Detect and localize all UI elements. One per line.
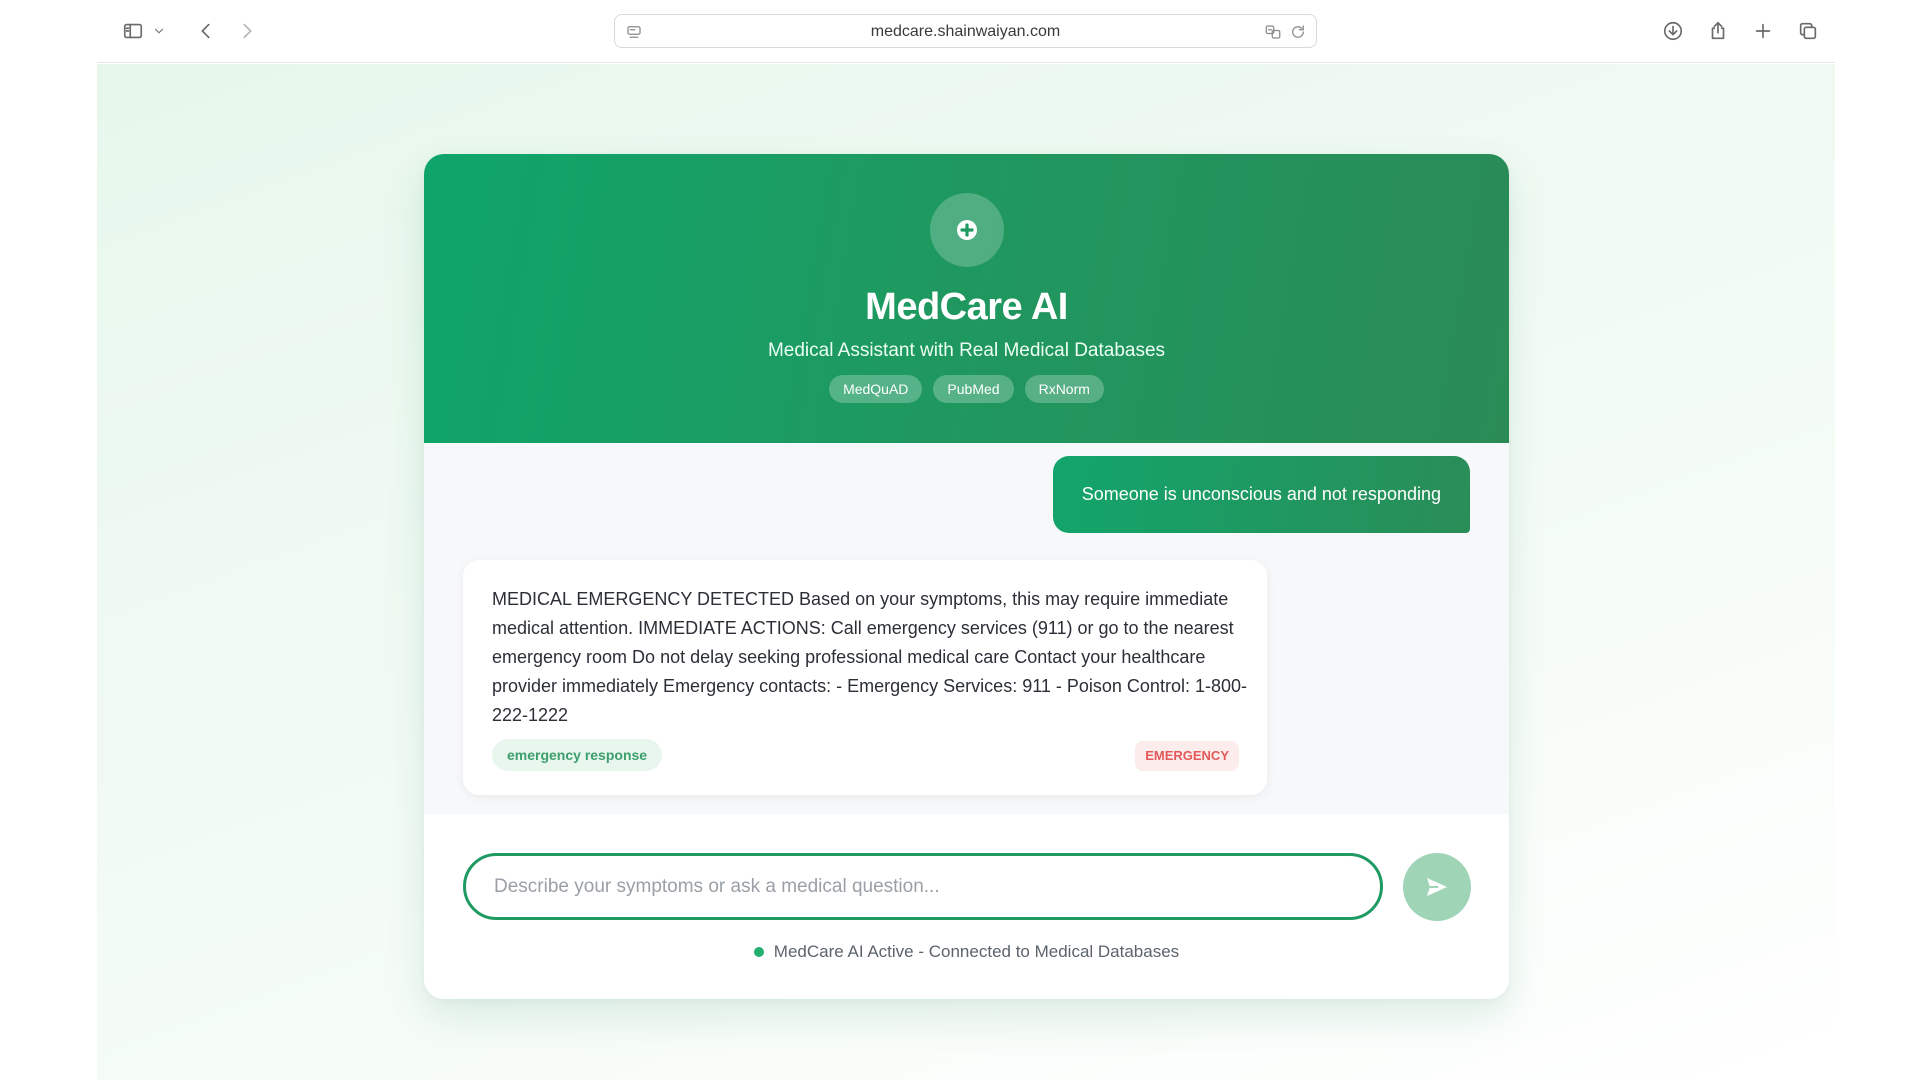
- address-bar[interactable]: medcare.shainwaiyan.com: [614, 14, 1317, 48]
- assistant-message-text: MEDICAL EMERGENCY DETECTED Based on your…: [492, 589, 1247, 725]
- app-logo: [930, 193, 1004, 267]
- chevron-left-icon: [201, 23, 210, 39]
- back-button[interactable]: [189, 14, 223, 48]
- emergency-badge: EMERGENCY: [1135, 741, 1239, 771]
- url-text: medcare.shainwaiyan.com: [870, 23, 1061, 40]
- app-header: MedCare AI Medical Assistant with Real M…: [424, 154, 1509, 443]
- sidebar-icon: [123, 23, 143, 39]
- chat-messages: Someone is unconscious and not respondin…: [424, 443, 1509, 814]
- composer: MedCare AI Active - Connected to Medical…: [424, 814, 1509, 999]
- reload-icon[interactable]: [1287, 21, 1309, 43]
- translate-icon[interactable]: [1262, 21, 1284, 43]
- plus-icon: [1755, 23, 1771, 39]
- tab-overview-button[interactable]: [1791, 14, 1825, 48]
- response-type-tag: emergency response: [492, 739, 663, 771]
- chevron-right-icon: [243, 23, 252, 39]
- chat-card: MedCare AI Medical Assistant with Real M…: [424, 154, 1509, 999]
- user-message: Someone is unconscious and not respondin…: [1052, 456, 1470, 533]
- page-background: MedCare AI Medical Assistant with Real M…: [97, 64, 1835, 1080]
- assistant-message: MEDICAL EMERGENCY DETECTED Based on your…: [463, 560, 1267, 795]
- downloads-button[interactable]: [1656, 14, 1690, 48]
- share-icon: [1711, 21, 1725, 40]
- new-tab-button[interactable]: [1746, 14, 1780, 48]
- source-tags: MedQuAD PubMed RxNorm: [424, 375, 1509, 403]
- source-tag-pubmed: PubMed: [933, 375, 1014, 403]
- source-tag-medquad: MedQuAD: [829, 375, 923, 403]
- status-dot: [753, 947, 764, 957]
- forward-button[interactable]: [230, 14, 264, 48]
- status-indicator: MedCare AI Active - Connected to Medical…: [424, 942, 1509, 962]
- source-tag-rxnorm: RxNorm: [1024, 375, 1104, 403]
- app-subtitle: Medical Assistant with Real Medical Data…: [767, 340, 1166, 361]
- status-text: MedCare AI Active - Connected to Medical…: [773, 942, 1180, 961]
- send-button[interactable]: [1403, 853, 1471, 921]
- share-button[interactable]: [1701, 14, 1735, 48]
- medical-cross-icon: [957, 220, 977, 240]
- tabs-icon: [1799, 22, 1817, 40]
- download-icon: [1663, 21, 1683, 41]
- browser-toolbar: medcare.shainwaiyan.com: [97, 0, 1835, 63]
- sidebar-toggle-button[interactable]: [116, 14, 150, 48]
- app-title: MedCare AI: [865, 286, 1068, 328]
- send-icon: [1427, 878, 1447, 896]
- chevron-down-icon: [154, 28, 164, 34]
- sidebar-menu-button[interactable]: [149, 14, 169, 48]
- message-input[interactable]: [463, 853, 1383, 920]
